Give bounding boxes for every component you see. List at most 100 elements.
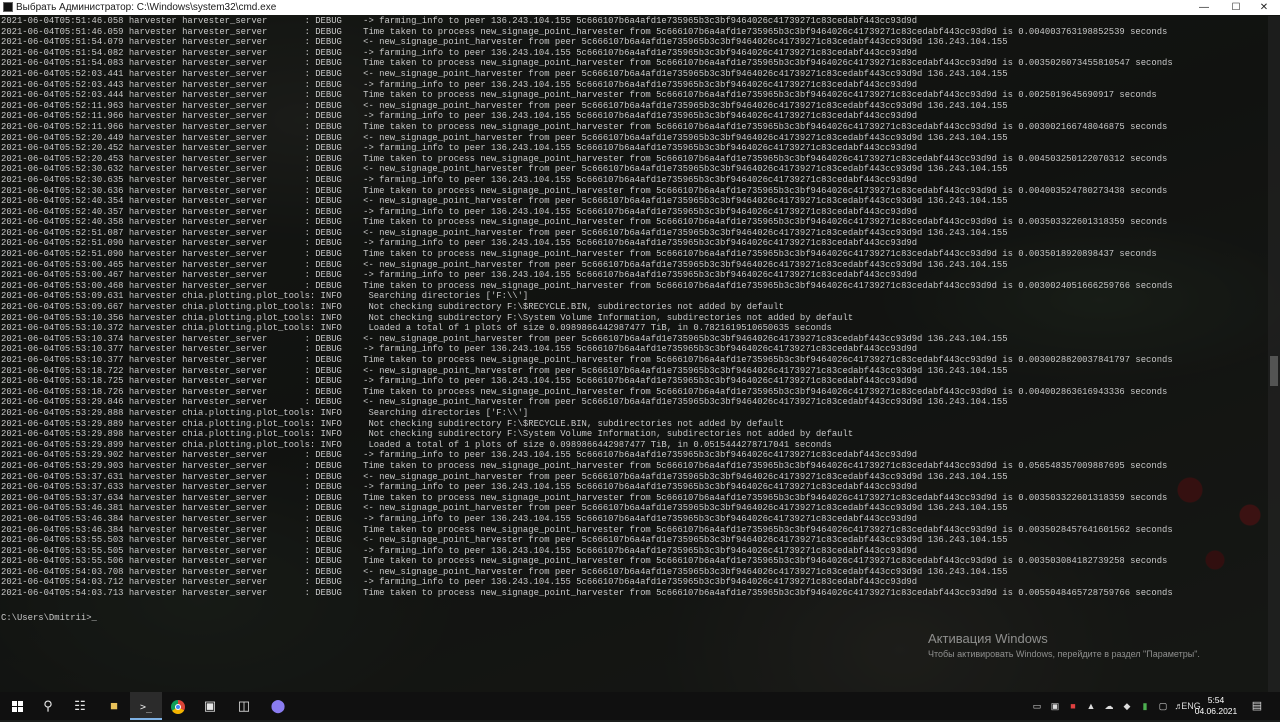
folder-icon: ■ bbox=[110, 698, 118, 713]
log-line: 2021-06-04T05:53:00.465 harvester harves… bbox=[1, 259, 1008, 270]
network-button[interactable]: ▢ bbox=[1156, 692, 1170, 720]
drive-icon: ◫ bbox=[237, 698, 251, 713]
log-line: 2021-06-04T05:52:30.635 harvester harves… bbox=[1, 174, 918, 185]
app-button-3[interactable]: ⬤ bbox=[262, 692, 294, 720]
log-line: 2021-06-04T05:53:46.384 harvester harves… bbox=[1, 524, 1173, 535]
network-icon: ▢ bbox=[1158, 701, 1168, 711]
log-line: 2021-06-04T05:52:40.357 harvester harves… bbox=[1, 206, 918, 217]
terminal-icon: >_ bbox=[139, 702, 153, 713]
log-line: 2021-06-04T05:53:29.888 harvester chia.p… bbox=[1, 407, 529, 418]
notifications-button[interactable]: ▤ bbox=[1250, 692, 1264, 720]
tray-icon-4[interactable]: ▲ bbox=[1084, 692, 1098, 720]
window-title: Выбрать Администратор: C:\Windows\system… bbox=[16, 2, 277, 13]
log-line: 2021-06-04T05:52:51.090 harvester harves… bbox=[1, 238, 918, 249]
log-line: 2021-06-04T05:53:09.667 harvester chia.p… bbox=[1, 302, 784, 313]
log-line: 2021-06-04T05:53:29.903 harvester harves… bbox=[1, 460, 1168, 471]
log-line: 2021-06-04T05:52:30.636 harvester harves… bbox=[1, 185, 1168, 196]
log-line: 2021-06-04T05:53:10.372 harvester chia.p… bbox=[1, 323, 832, 334]
log-line: 2021-06-04T05:52:11.966 harvester harves… bbox=[1, 121, 1168, 132]
tray-icon-6[interactable]: ◆ bbox=[1120, 692, 1134, 720]
battery-icon: ▮ bbox=[1142, 701, 1148, 711]
vertical-scrollbar[interactable] bbox=[1268, 16, 1280, 692]
shield-icon: ◆ bbox=[1123, 701, 1131, 711]
log-line: 2021-06-04T05:54:03.713 harvester harves… bbox=[1, 588, 1173, 599]
log-line: 2021-06-04T05:53:10.374 harvester harves… bbox=[1, 333, 1008, 344]
chrome-button[interactable] bbox=[162, 692, 194, 720]
app-button-2[interactable]: ◫ bbox=[228, 692, 260, 720]
usb-icon: ▲ bbox=[1086, 701, 1096, 711]
search-button[interactable]: ⚲ bbox=[32, 692, 64, 720]
app-icon: ⬤ bbox=[270, 698, 286, 713]
log-line: 2021-06-04T05:52:03.441 harvester harves… bbox=[1, 68, 1008, 79]
log-line: 2021-06-04T05:53:29.902 harvester harves… bbox=[1, 450, 918, 461]
tray-icon-1[interactable]: ▭ bbox=[1030, 692, 1044, 720]
log-line: 2021-06-04T05:52:30.632 harvester harves… bbox=[1, 164, 1008, 175]
tray-app-icon: ▣ bbox=[1050, 701, 1060, 711]
cmd-window[interactable]: Выбрать Администратор: C:\Windows\system… bbox=[0, 0, 1280, 692]
notification-icon: ▤ bbox=[1251, 700, 1263, 712]
tray-icon-5[interactable]: ☁ bbox=[1102, 692, 1116, 720]
cmd-app-icon[interactable] bbox=[3, 2, 13, 12]
log-line: 2021-06-04T05:51:46.059 harvester harves… bbox=[1, 26, 1168, 37]
maximize-icon: ☐ bbox=[1231, 2, 1241, 13]
minimize-icon: — bbox=[1199, 2, 1209, 13]
search-icon: ⚲ bbox=[43, 698, 53, 713]
chrome-icon bbox=[171, 699, 185, 714]
log-line: 2021-06-04T05:52:40.358 harvester harves… bbox=[1, 217, 1168, 228]
log-line: 2021-06-04T05:52:20.452 harvester harves… bbox=[1, 143, 918, 154]
log-line: 2021-06-04T05:53:37.633 harvester harves… bbox=[1, 482, 918, 493]
tray-icon-7[interactable]: ▮ bbox=[1138, 692, 1152, 720]
scrollbar-thumb[interactable] bbox=[1270, 356, 1278, 386]
log-line: 2021-06-04T05:51:54.083 harvester harves… bbox=[1, 58, 1173, 69]
log-line: 2021-06-04T05:52:03.444 harvester harves… bbox=[1, 90, 1157, 101]
close-icon: ✕ bbox=[1259, 2, 1269, 13]
log-line: 2021-06-04T05:53:10.377 harvester harves… bbox=[1, 344, 918, 355]
cloud-icon: ☁ bbox=[1104, 701, 1114, 711]
app-button-1[interactable]: ▣ bbox=[194, 692, 226, 720]
log-line: 2021-06-04T05:51:54.079 harvester harves… bbox=[1, 37, 1008, 48]
log-line: 2021-06-04T05:52:51.087 harvester harves… bbox=[1, 227, 1008, 238]
clock-date: 04.06.2021 bbox=[1194, 706, 1238, 716]
log-line: 2021-06-04T05:53:46.384 harvester harves… bbox=[1, 513, 918, 524]
log-line: 2021-06-04T05:53:29.846 harvester harves… bbox=[1, 397, 1008, 408]
command-prompt[interactable]: C:\Users\Dmitrii>_ bbox=[1, 613, 97, 624]
activation-title: Активация Windows bbox=[928, 631, 1048, 646]
log-line: 2021-06-04T05:53:55.503 harvester harves… bbox=[1, 535, 1008, 546]
log-line: 2021-06-04T05:52:03.443 harvester harves… bbox=[1, 79, 918, 90]
log-line: 2021-06-04T05:53:55.506 harvester harves… bbox=[1, 556, 1168, 567]
cmd-button[interactable]: >_ bbox=[130, 692, 162, 720]
log-line: 2021-06-04T05:53:18.722 harvester harves… bbox=[1, 365, 1008, 376]
log-line: 2021-06-04T05:53:00.467 harvester harves… bbox=[1, 270, 918, 281]
log-line: 2021-06-04T05:54:03.708 harvester harves… bbox=[1, 566, 1008, 577]
log-line: 2021-06-04T05:52:11.966 harvester harves… bbox=[1, 111, 918, 122]
start-button[interactable] bbox=[2, 692, 34, 720]
log-line: 2021-06-04T05:53:18.725 harvester harves… bbox=[1, 376, 918, 387]
log-line: 2021-06-04T05:53:29.898 harvester chia.p… bbox=[1, 429, 854, 440]
task-view-button[interactable]: ☷ bbox=[64, 692, 96, 720]
taskbar-clock[interactable]: 5:54 04.06.2021 bbox=[1192, 695, 1240, 717]
log-line: 2021-06-04T05:53:55.505 harvester harves… bbox=[1, 545, 918, 556]
log-line: 2021-06-04T05:51:54.082 harvester harves… bbox=[1, 47, 918, 58]
clock-time: 5:54 bbox=[1207, 695, 1225, 705]
tray-icon-2[interactable]: ▣ bbox=[1048, 692, 1062, 720]
window-titlebar[interactable]: Выбрать Администратор: C:\Windows\system… bbox=[0, 0, 1280, 15]
taskbar: ⚲ ☷ ■ >_ ▣ ◫ ⬤ ▭ ▣ ■ ▲ ☁ ◆ ▮ ▢ ♬ ENG 5:5… bbox=[0, 692, 1280, 720]
activation-watermark: Активация Windows Чтобы активировать Win… bbox=[928, 631, 1200, 661]
log-line: 2021-06-04T05:52:20.449 harvester harves… bbox=[1, 132, 1008, 143]
log-line: 2021-06-04T05:53:10.356 harvester chia.p… bbox=[1, 312, 854, 323]
file-explorer-button[interactable]: ■ bbox=[98, 692, 130, 720]
tray-icon-3[interactable]: ■ bbox=[1066, 692, 1080, 720]
log-line: 2021-06-04T05:51:46.058 harvester harves… bbox=[1, 16, 918, 26]
log-line: 2021-06-04T05:52:51.090 harvester harves… bbox=[1, 249, 1157, 260]
log-line: 2021-06-04T05:53:10.377 harvester harves… bbox=[1, 355, 1173, 365]
windows-logo-icon bbox=[12, 700, 24, 713]
close-button[interactable]: ✕ bbox=[1248, 0, 1280, 15]
console-output[interactable]: 2021-06-04T05:51:46.058 harvester harves… bbox=[1, 16, 1267, 599]
log-line: 2021-06-04T05:53:37.634 harvester harves… bbox=[1, 492, 1168, 503]
task-view-icon: ☷ bbox=[74, 698, 86, 713]
log-line: 2021-06-04T05:53:00.468 harvester harves… bbox=[1, 280, 1173, 291]
log-line: 2021-06-04T05:53:09.631 harvester chia.p… bbox=[1, 291, 529, 302]
window-icon: ▣ bbox=[203, 698, 217, 713]
red-app-icon: ■ bbox=[1070, 701, 1076, 711]
log-line: 2021-06-04T05:52:11.963 harvester harves… bbox=[1, 100, 1008, 111]
